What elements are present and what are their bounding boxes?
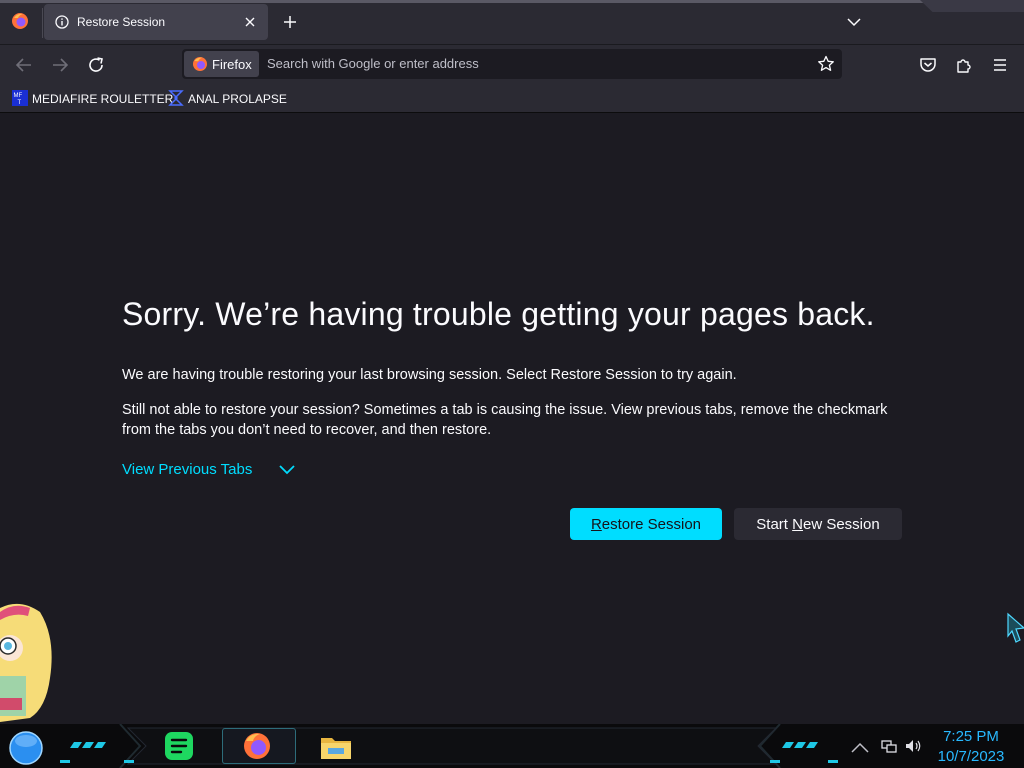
tab-separator (42, 8, 43, 38)
reload-icon[interactable] (84, 53, 108, 77)
page-title: Sorry. We’re having trouble getting your… (122, 296, 875, 332)
view-previous-tabs-link[interactable]: View Previous Tabs (122, 461, 252, 478)
show-hidden-icons-icon[interactable] (850, 740, 870, 754)
taskbar: 7:25 PM 10/7/2023 (0, 724, 1024, 768)
back-arrow-icon[interactable] (12, 53, 36, 77)
extensions-icon[interactable] (952, 53, 976, 77)
theme-corner-decoration (920, 0, 1024, 12)
volume-icon[interactable] (904, 738, 922, 754)
url-input[interactable] (267, 56, 787, 71)
chevron-down-icon[interactable] (278, 463, 296, 477)
firefox-taskbar-button[interactable] (222, 728, 296, 764)
theme-border (0, 0, 1024, 3)
network-icon[interactable] (880, 738, 898, 754)
firefox-view-icon[interactable] (11, 12, 29, 30)
new-tab-icon[interactable] (280, 12, 300, 32)
tab-strip: Restore Session (0, 0, 1024, 45)
mouse-cursor (1007, 612, 1024, 643)
identity-box[interactable]: Firefox (184, 51, 259, 77)
firefox-logo-icon (193, 57, 207, 71)
pocket-icon[interactable] (916, 53, 940, 77)
tab-restore-session[interactable]: Restore Session (44, 4, 268, 40)
info-icon (55, 15, 69, 29)
start-new-session-button[interactable]: Start New Session (734, 508, 902, 540)
clock-time[interactable]: 7:25 PM (938, 728, 1004, 745)
bookmark-label: MEDIAFIRE ROULETTER (32, 92, 174, 106)
description-paragraph-2: Still not able to restore your session? … (122, 402, 888, 438)
identity-label: Firefox (212, 57, 252, 72)
navigation-toolbar: Firefox (0, 45, 1024, 85)
bookmark-mediafire-rouletter[interactable]: MF T MEDIAFIRE ROULETTER (12, 90, 173, 108)
hamburger-menu-icon[interactable] (988, 53, 1012, 77)
bookmark-label: ANAL PROLAPSE (188, 92, 287, 106)
chevron-down-icon[interactable] (844, 12, 864, 32)
taskbar-theme-decoration (60, 724, 838, 768)
tab-title: Restore Session (77, 15, 166, 29)
bookmark-anal-prolapse[interactable]: ANAL PROLAPSE (168, 90, 288, 108)
cartoon-character-sticker (0, 603, 52, 722)
page-content: Sorry. We’re having trouble getting your… (0, 113, 1024, 724)
svg-text:MF: MF (14, 93, 23, 99)
spotify-taskbar-icon[interactable] (162, 728, 198, 764)
address-bar[interactable]: Firefox (182, 49, 842, 79)
description-paragraph-1: We are having trouble restoring your las… (122, 367, 737, 383)
clock-date[interactable]: 10/7/2023 (934, 748, 1008, 765)
mediafire-favicon-icon: MF T (12, 90, 28, 106)
bookmarks-toolbar: MF T MEDIAFIRE ROULETTER ANAL PROLAPSE (0, 85, 1024, 113)
bookmark-star-icon[interactable] (816, 54, 836, 74)
forward-arrow-icon[interactable] (48, 53, 72, 77)
svg-text:T: T (18, 100, 22, 106)
file-explorer-taskbar-icon[interactable] (318, 728, 354, 764)
sigma-favicon-icon (168, 90, 184, 106)
firefox-taskbar-icon (244, 733, 270, 759)
start-button[interactable] (8, 730, 44, 766)
restore-session-button[interactable]: Restore Session (570, 508, 722, 540)
close-tab-icon[interactable] (241, 13, 259, 31)
